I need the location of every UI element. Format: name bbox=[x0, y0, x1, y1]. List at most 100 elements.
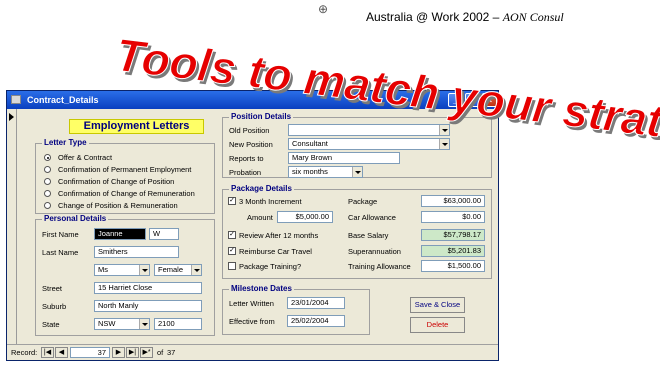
superannuation-label: Superannuation bbox=[348, 247, 401, 256]
radio-label: Confirmation of Change of Remuneration bbox=[58, 189, 195, 198]
street-field[interactable]: 15 Harriet Close bbox=[94, 282, 202, 294]
training-allowance-field[interactable]: $1,500.00 bbox=[421, 260, 485, 272]
first-record-button[interactable]: |◀ bbox=[41, 347, 54, 358]
chevron-down-icon[interactable] bbox=[352, 167, 362, 177]
amount-field[interactable]: $5,000.00 bbox=[277, 211, 333, 223]
reimburse-label: Reimburse Car Travel bbox=[239, 247, 312, 256]
chevron-down-icon[interactable] bbox=[139, 265, 149, 275]
new-position-select[interactable]: Consultant bbox=[288, 138, 450, 150]
milestone-dates-group: Milestone Dates Letter Written 23/01/200… bbox=[222, 284, 370, 335]
state-label: State bbox=[42, 320, 60, 329]
chevron-down-icon[interactable] bbox=[439, 125, 449, 135]
car-allowance-field[interactable]: $0.00 bbox=[421, 211, 485, 223]
base-salary-label: Base Salary bbox=[348, 231, 389, 240]
chevron-down-icon[interactable] bbox=[191, 265, 201, 275]
delete-button[interactable]: Delete bbox=[410, 317, 465, 333]
letter-written-field[interactable]: 23/01/2004 bbox=[287, 297, 345, 309]
probation-select[interactable]: six months bbox=[288, 166, 363, 178]
personal-details-group: Personal Details First Name Joanne W Las… bbox=[35, 214, 215, 336]
radio-label: Confirmation of Change of Position bbox=[58, 177, 175, 186]
new-position-value: Consultant bbox=[292, 139, 328, 148]
radio-label: Offer & Contract bbox=[58, 153, 113, 162]
record-navigation-bar: Record: |◀ ◀ 37 ▶ ▶| ▶* of 37 bbox=[7, 344, 498, 360]
title-select[interactable]: Ms bbox=[94, 264, 150, 276]
gender-value: Female bbox=[158, 265, 184, 274]
old-position-select[interactable] bbox=[288, 124, 450, 136]
first-name-field[interactable]: Joanne bbox=[94, 228, 146, 240]
postcode-field[interactable]: 2100 bbox=[154, 318, 202, 330]
probation-value: six months bbox=[292, 167, 328, 176]
package-field[interactable]: $63,000.00 bbox=[421, 195, 485, 207]
previous-record-button[interactable]: ◀ bbox=[55, 347, 68, 358]
record-label: Record: bbox=[11, 348, 38, 357]
state-select[interactable]: NSW bbox=[94, 318, 150, 330]
training-checkbox[interactable] bbox=[228, 262, 236, 270]
letter-type-group: Letter Type Offer & Contract Confirmatio… bbox=[35, 138, 215, 214]
initial-field[interactable]: W bbox=[149, 228, 179, 240]
radio-icon[interactable] bbox=[44, 178, 51, 185]
radio-icon[interactable] bbox=[44, 190, 51, 197]
record-selector[interactable] bbox=[7, 109, 17, 345]
last-record-button[interactable]: ▶| bbox=[126, 347, 139, 358]
effective-from-label: Effective from bbox=[229, 317, 275, 326]
header-company: AON Consul bbox=[502, 10, 564, 24]
radio-label: Change of Position & Remuneration bbox=[58, 201, 178, 210]
personal-details-legend: Personal Details bbox=[42, 214, 109, 223]
old-position-label: Old Position bbox=[229, 126, 270, 135]
minimize-icon: _ bbox=[452, 95, 458, 105]
save-close-button[interactable]: Save & Close bbox=[410, 297, 465, 313]
form-icon bbox=[11, 95, 21, 104]
last-name-label: Last Name bbox=[42, 248, 79, 257]
package-details-group: Package Details ✓ 3 Month Increment Amou… bbox=[222, 184, 492, 279]
new-position-label: New Position bbox=[229, 140, 273, 149]
effective-from-field[interactable]: 25/02/2004 bbox=[287, 315, 345, 327]
record-total: 37 bbox=[167, 348, 176, 357]
increment-label: 3 Month Increment bbox=[239, 197, 302, 206]
gender-select[interactable]: Female bbox=[154, 264, 202, 276]
close-icon: × bbox=[486, 95, 493, 105]
maximize-button[interactable]: □ bbox=[465, 93, 480, 107]
title-value: Ms bbox=[98, 265, 108, 274]
training-label: Package Training? bbox=[239, 262, 302, 271]
suburb-field[interactable]: North Manly bbox=[94, 300, 202, 312]
radio-icon[interactable] bbox=[44, 166, 51, 173]
chevron-down-icon[interactable] bbox=[439, 139, 449, 149]
current-record-field[interactable]: 37 bbox=[70, 347, 110, 358]
position-details-group: Position Details Old Position New Positi… bbox=[222, 112, 492, 178]
minimize-button[interactable]: _ bbox=[448, 93, 463, 107]
form-title: Employment Letters bbox=[69, 119, 204, 134]
letter-type-legend: Letter Type bbox=[42, 138, 89, 147]
car-allowance-label: Car Allowance bbox=[348, 213, 396, 222]
close-button[interactable]: × bbox=[482, 93, 497, 107]
record-of-label: of bbox=[157, 348, 164, 357]
radio-selected-icon[interactable] bbox=[44, 154, 51, 161]
slide-header-text: Australia @ Work 2002 – AON Consul bbox=[366, 10, 564, 25]
probation-label: Probation bbox=[229, 168, 262, 177]
maximize-icon: □ bbox=[469, 95, 476, 105]
globe-icon: ⊕ bbox=[318, 2, 329, 16]
slide-header: ⊕ Australia @ Work 2002 – AON Consul bbox=[318, 2, 658, 32]
next-record-button[interactable]: ▶ bbox=[112, 347, 125, 358]
new-record-button[interactable]: ▶* bbox=[140, 347, 153, 358]
last-name-field[interactable]: Smithers bbox=[94, 246, 179, 258]
package-details-legend: Package Details bbox=[229, 184, 294, 193]
current-record-icon bbox=[9, 113, 14, 121]
position-details-legend: Position Details bbox=[229, 112, 294, 121]
superannuation-field: $5,201.83 bbox=[421, 245, 485, 257]
review-checkbox[interactable]: ✓ bbox=[228, 231, 236, 239]
milestone-dates-legend: Milestone Dates bbox=[229, 284, 294, 293]
window-titlebar[interactable]: Contract_Details _ □ × bbox=[7, 91, 498, 109]
contract-details-window: Contract_Details _ □ × Employment Letter… bbox=[6, 90, 499, 361]
window-title: Contract_Details bbox=[27, 95, 99, 105]
reports-to-field[interactable]: Mary Brown bbox=[288, 152, 400, 164]
radio-icon[interactable] bbox=[44, 202, 51, 209]
state-value: NSW bbox=[98, 319, 116, 328]
chevron-down-icon[interactable] bbox=[139, 319, 149, 329]
suburb-label: Suburb bbox=[42, 302, 67, 311]
reports-to-label: Reports to bbox=[229, 154, 264, 163]
package-label: Package bbox=[348, 197, 378, 206]
reimburse-checkbox[interactable]: ✓ bbox=[228, 247, 236, 255]
letter-written-label: Letter Written bbox=[229, 299, 274, 308]
header-main: Australia @ Work 2002 – bbox=[366, 10, 503, 24]
increment-checkbox[interactable]: ✓ bbox=[228, 197, 236, 205]
